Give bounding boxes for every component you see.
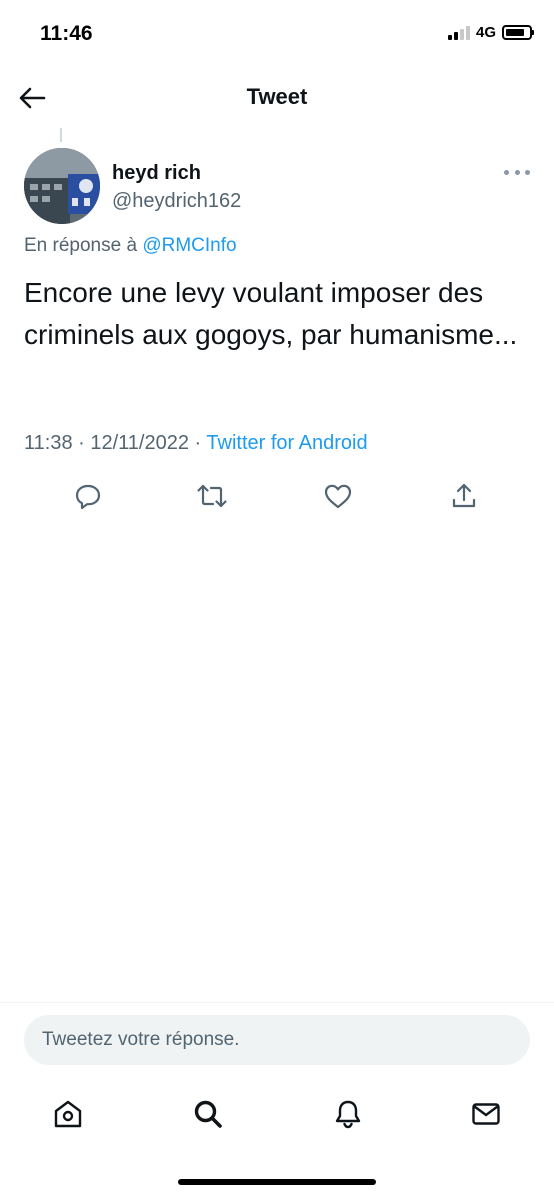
reply-box[interactable] — [24, 1015, 530, 1065]
search-icon — [194, 1100, 222, 1128]
author-handle[interactable]: @heydrich162 — [112, 190, 241, 213]
reply-prefix: En réponse à — [24, 235, 143, 256]
tweet-time: 11:38 — [24, 432, 73, 454]
compose-divider — [0, 1002, 554, 1003]
notifications-icon — [335, 1100, 361, 1129]
avatar-image — [24, 148, 100, 224]
battery-icon — [502, 25, 534, 40]
page-title: Tweet — [246, 84, 308, 109]
header: Tweet — [0, 70, 554, 126]
author-name[interactable]: heyd rich — [112, 162, 201, 185]
home-icon — [54, 1100, 82, 1128]
thread-line — [60, 128, 62, 142]
avatar[interactable] — [24, 148, 100, 224]
signal-icon — [447, 25, 470, 40]
tweet-text: Encore une levy voulant imposer des crim… — [24, 277, 518, 350]
network-type: 4G — [475, 24, 496, 41]
reply-button[interactable] — [70, 478, 106, 514]
tweet-date: 12/11/2022 — [90, 432, 189, 454]
meta-separator: · — [72, 432, 91, 454]
reply-icon — [75, 484, 101, 510]
reply-input[interactable] — [42, 1029, 530, 1051]
battery-level — [506, 29, 524, 36]
more-options-button[interactable] — [504, 164, 530, 180]
tab-notifications[interactable] — [330, 1096, 366, 1132]
reply-mention-link[interactable]: @RMCInfo — [142, 235, 236, 256]
home-indicator[interactable] — [178, 1179, 376, 1185]
retweet-button[interactable] — [194, 478, 230, 514]
status-indicators: 4G — [447, 24, 534, 41]
reply-context: En réponse à @RMCInfo — [24, 235, 237, 257]
tab-search[interactable] — [190, 1096, 226, 1132]
meta-separator: · — [188, 432, 207, 454]
tab-bar — [0, 1086, 554, 1142]
tweet-source-link[interactable]: Twitter for Android — [206, 432, 367, 454]
share-button[interactable] — [446, 478, 482, 514]
messages-icon — [472, 1103, 500, 1125]
status-bar: 11:46 4G — [0, 0, 554, 66]
tweet-author: heyd rich @heydrich162 — [24, 148, 530, 226]
tab-messages[interactable] — [468, 1096, 504, 1132]
status-time: 11:46 — [40, 22, 93, 45]
like-icon — [324, 484, 352, 509]
tab-home[interactable] — [50, 1096, 86, 1132]
retweet-icon — [197, 484, 227, 508]
tweet-meta: 11:38 · 12/11/2022 · Twitter for Android — [24, 432, 368, 455]
share-icon — [452, 483, 476, 508]
tweet-actions — [0, 474, 554, 518]
like-button[interactable] — [320, 478, 356, 514]
more-icon — [504, 169, 509, 175]
